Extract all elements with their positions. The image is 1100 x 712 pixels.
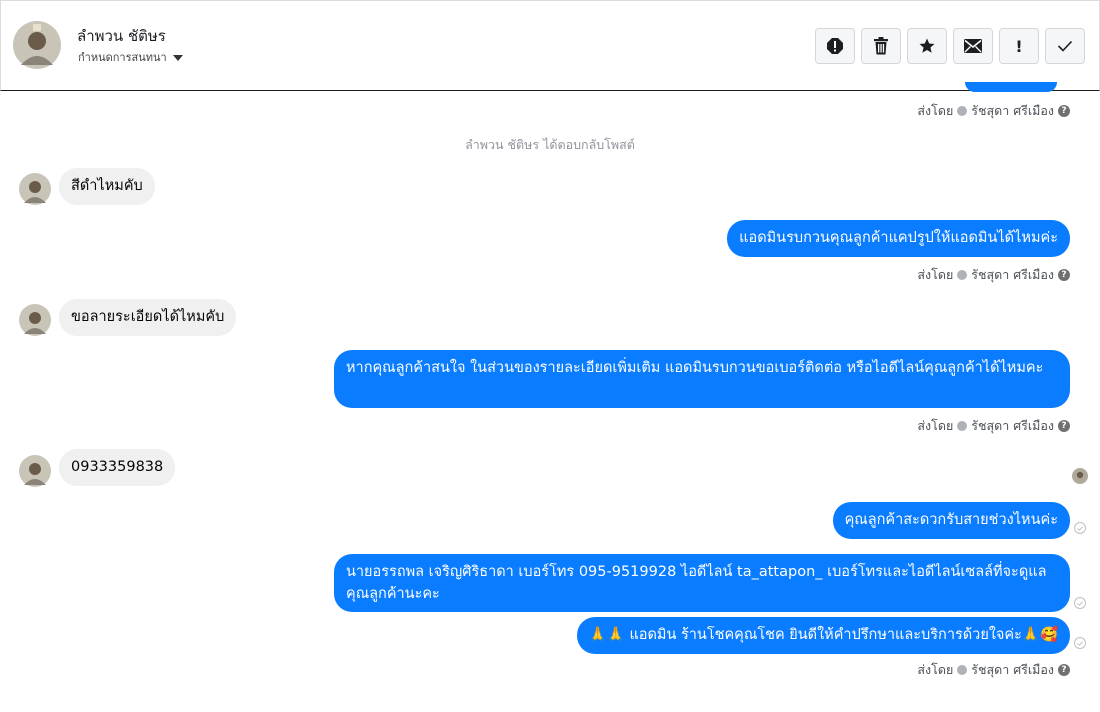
sender-name[interactable]: รัชสุดา ศรีเมือง xyxy=(971,265,1054,285)
sent-by-line: ส่งโดย รัชสุดา ศรีเมือง ? xyxy=(917,101,1070,121)
incoming-message[interactable]: ขอลายระเอียดได้ไหมคับ xyxy=(59,299,237,336)
delivered-check-icon xyxy=(1074,637,1086,649)
conversation-settings-label: กำหนดการสนทนา xyxy=(78,51,167,64)
help-icon[interactable]: ? xyxy=(1058,664,1070,676)
star-icon xyxy=(919,38,935,53)
contact-avatar-small[interactable] xyxy=(19,455,51,487)
outgoing-message[interactable]: หากคุณลูกค้าสนใจ ในส่วนของรายละเอียดเพิ่… xyxy=(334,350,1070,408)
sent-status-icon xyxy=(957,270,968,280)
star-button[interactable] xyxy=(907,28,947,64)
delete-button[interactable] xyxy=(861,28,901,64)
conversation-header: ลำพวน ชัติษร กำหนดการสนทนา ! xyxy=(0,0,1100,91)
spam-button[interactable]: ! xyxy=(999,28,1039,64)
sender-name[interactable]: รัชสุดา ศรีเมือง xyxy=(971,101,1054,121)
sent-by-label: ส่งโดย xyxy=(917,418,954,433)
sent-by-label: ส่งโดย xyxy=(917,662,954,677)
sent-by-label: ส่งโดย xyxy=(917,103,954,118)
conversation-toolbar: ! xyxy=(815,28,1085,64)
report-button[interactable] xyxy=(815,28,855,64)
contact-avatar-small[interactable] xyxy=(19,304,51,336)
sent-by-line: ส่งโดย รัชสุดา ศรีเมือง ? xyxy=(917,416,1070,436)
mark-unread-button[interactable] xyxy=(953,28,993,64)
sent-status-icon xyxy=(957,106,968,116)
outgoing-message[interactable]: คุณลูกค้าสะดวกรับสายช่วงไหนค่ะ xyxy=(832,502,1070,539)
help-icon[interactable]: ? xyxy=(1058,105,1070,117)
message-thread[interactable]: ส่งโดย รัชสุดา ศรีเมือง ? ลำพวน ชัติษร ไ… xyxy=(0,82,1100,712)
delivered-check-icon xyxy=(1074,522,1086,534)
contact-avatar-small[interactable] xyxy=(19,173,51,205)
incoming-message[interactable]: 0933359838 xyxy=(59,449,176,486)
previous-message-bubble xyxy=(965,82,1057,92)
outgoing-message[interactable]: นายอรรถพล เจริญศิริธาดา เบอร์โทร 095-951… xyxy=(334,554,1070,612)
mark-done-button[interactable] xyxy=(1045,28,1085,64)
trash-icon xyxy=(874,37,888,55)
folded-hands-emoji: 🙏🙏 xyxy=(588,627,625,643)
reply-event-text: ลำพวน ชัติษร ได้ตอบกลับโพสต์ xyxy=(465,137,635,152)
sent-status-icon xyxy=(957,421,968,431)
seen-by-avatar xyxy=(1072,468,1088,484)
sender-name[interactable]: รัชสุดา ศรีเมือง xyxy=(971,660,1054,680)
report-icon xyxy=(827,38,843,54)
conversation-settings-dropdown[interactable]: กำหนดการสนทนา xyxy=(78,48,183,66)
exclamation-icon: ! xyxy=(1015,36,1023,56)
help-icon[interactable]: ? xyxy=(1058,269,1070,281)
outgoing-message[interactable]: แอดมินรบกวนคุณลูกค้าแคปรูปให้แอดมินได้ไห… xyxy=(727,220,1070,257)
delivered-check-icon xyxy=(1074,597,1086,609)
check-icon xyxy=(1057,40,1073,52)
message-text: แอดมิน ร้านโชคคุณโชค ยินดีให้คำปรึกษาและ… xyxy=(629,627,1022,643)
outgoing-message[interactable]: 🙏🙏 แอดมิน ร้านโชคคุณโชค ยินดีให้คำปรึกษา… xyxy=(576,617,1070,654)
sent-by-line: ส่งโดย รัชสุดา ศรีเมือง ? xyxy=(917,265,1070,285)
contact-name[interactable]: ลำพวน ชัติษร xyxy=(77,24,166,48)
incoming-message[interactable]: สีดำไหมคับ xyxy=(59,168,155,205)
envelope-icon xyxy=(964,39,982,53)
sent-status-icon xyxy=(957,665,968,675)
emoji-suffix: 🙏🥰 xyxy=(1021,627,1058,643)
contact-avatar[interactable] xyxy=(13,21,61,69)
sender-name[interactable]: รัชสุดา ศรีเมือง xyxy=(971,416,1054,436)
help-icon[interactable]: ? xyxy=(1058,420,1070,432)
caret-down-icon xyxy=(172,54,183,61)
sent-by-label: ส่งโดย xyxy=(917,267,954,282)
sent-by-line: ส่งโดย รัชสุดา ศรีเมือง ? xyxy=(917,660,1070,680)
